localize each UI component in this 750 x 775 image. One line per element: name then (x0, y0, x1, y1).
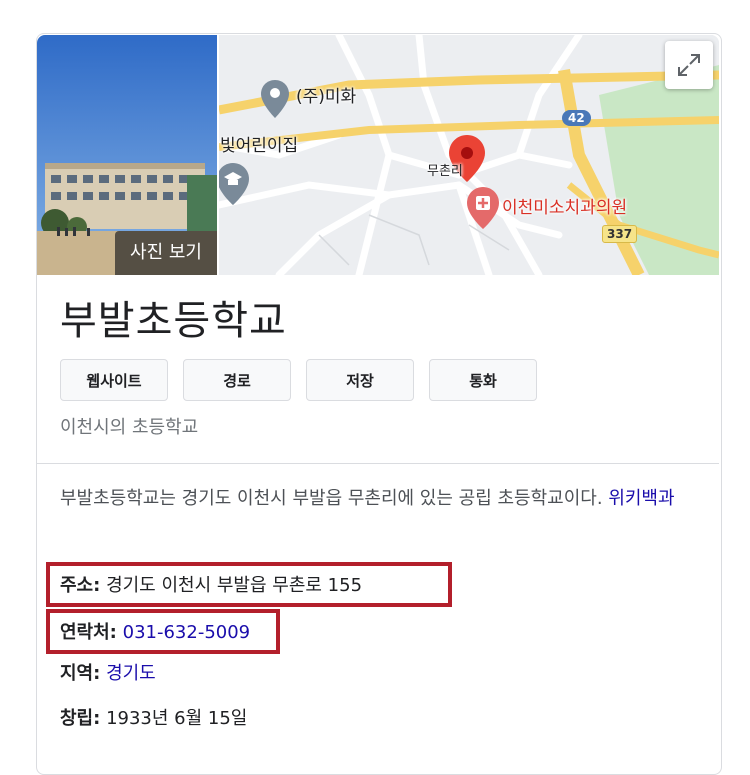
directions-button[interactable]: 경로 (183, 359, 291, 401)
section-divider (37, 463, 719, 464)
map-label-village: 무촌리 (427, 164, 463, 179)
wikipedia-link[interactable]: 위키백과 (608, 488, 674, 509)
action-buttons: 웹사이트 경로 저장 통화 (60, 359, 537, 401)
view-photos-button[interactable]: 사진 보기 (115, 231, 217, 275)
place-title: 부발초등학교 (60, 298, 287, 344)
fact-region-key: 지역: (60, 663, 101, 684)
expand-map-button[interactable] (665, 41, 713, 89)
fact-founded-key: 창립: (60, 708, 101, 729)
route-42-shield: 42 (562, 110, 591, 126)
region-link[interactable]: 경기도 (106, 663, 156, 684)
address-highlight-box (46, 562, 452, 607)
map-label-daycare: 빛어린이집 (220, 136, 299, 156)
save-button[interactable]: 저장 (306, 359, 414, 401)
route-337-shield: 337 (602, 225, 638, 243)
school-photo[interactable]: 사진 보기 (37, 35, 217, 275)
expand-icon (678, 54, 700, 76)
map-label-mihwa: (주)미화 (296, 87, 357, 107)
place-description: 부발초등학교는 경기도 이천시 부발읍 무촌리에 있는 공립 초등학교이다. 위… (60, 483, 700, 515)
call-button[interactable]: 통화 (429, 359, 537, 401)
map-preview[interactable]: (주)미화 빛어린이집 무촌리 이천미소치과의원 42 337 (219, 35, 719, 275)
map-label-clinic: 이천미소치과의원 (502, 198, 628, 218)
fact-founded-value: 1933년 6월 15일 (106, 708, 248, 729)
description-text: 부발초등학교는 경기도 이천시 부발읍 무촌리에 있는 공립 초등학교이다. (60, 488, 603, 509)
place-category: 이천시의 초등학교 (60, 417, 199, 438)
fact-region: 지역: 경기도 (60, 659, 156, 685)
phone-highlight-box (46, 609, 280, 654)
fact-founded: 창립: 1933년 6월 15일 (60, 704, 247, 730)
website-button[interactable]: 웹사이트 (60, 359, 168, 401)
